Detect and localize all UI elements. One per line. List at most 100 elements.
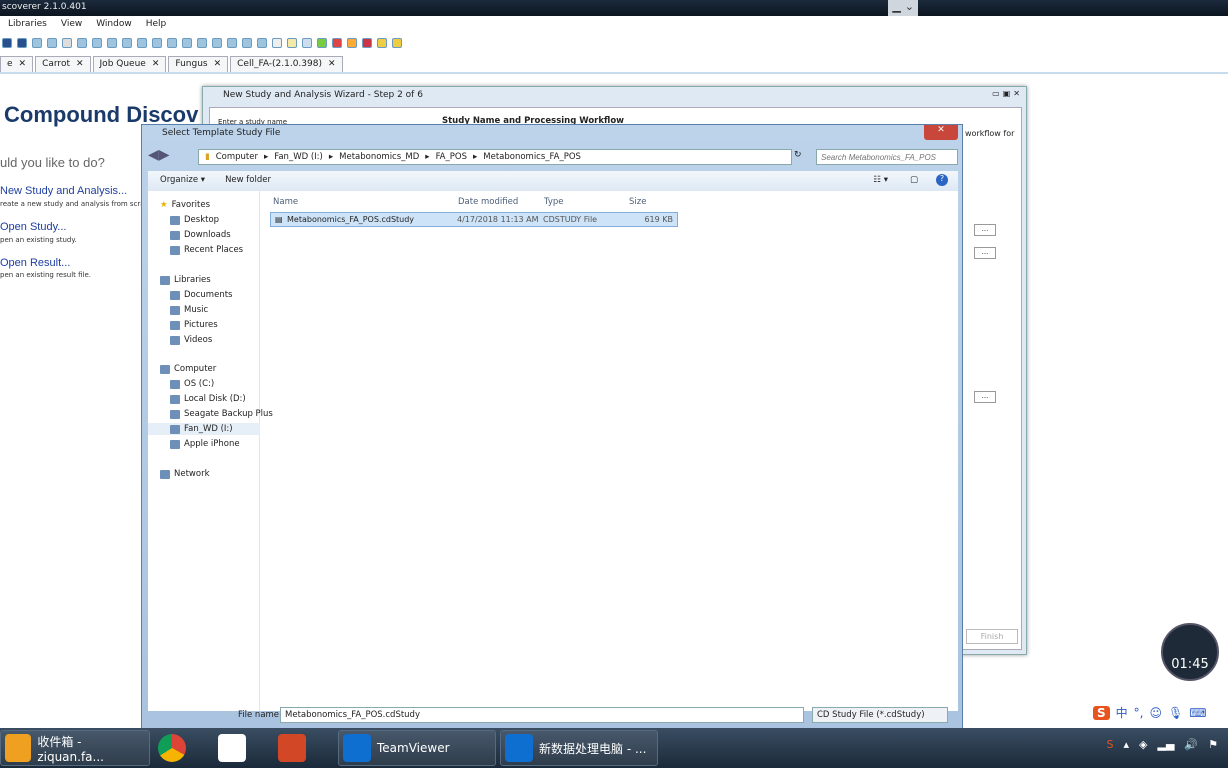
browse-button[interactable]: ... (974, 391, 996, 403)
browse-button[interactable]: ... (974, 247, 996, 259)
file-row[interactable]: ▤ Metabonomics_FA_POS.cdStudy 4/17/2018 … (270, 212, 678, 227)
tab-carrot[interactable]: Carrot ✕ (35, 56, 91, 72)
network-signal-icon[interactable]: ▂▄ (1158, 738, 1175, 751)
column-size[interactable]: Size (629, 197, 646, 207)
nav-computer[interactable]: Computer (160, 364, 216, 374)
address-bar[interactable]: ▮ Computer ▸ Fan_WD (I:) ▸ Metabonomics_MD… (198, 149, 792, 165)
menu-view[interactable]: View (61, 19, 82, 31)
nav-videos[interactable]: Videos (170, 335, 212, 345)
keyboard-icon[interactable]: ⌨ (1189, 706, 1206, 720)
finish-button[interactable]: Finish (966, 629, 1018, 644)
organize-button[interactable]: Organize ▾ (160, 175, 205, 187)
column-date-modified[interactable]: Date modified (458, 197, 518, 207)
sogou-tray-icon[interactable]: S (1107, 738, 1114, 751)
search-input[interactable] (816, 149, 958, 165)
breadcrumb-item[interactable]: FA_POS (436, 152, 467, 162)
preview-pane-icon[interactable]: ▢ (910, 175, 918, 185)
taskbar-chrome[interactable] (154, 730, 210, 766)
nav-downloads[interactable]: Downloads (170, 230, 231, 240)
view-options-icon[interactable]: ☷ ▾ (873, 175, 888, 185)
job-queue-icon[interactable] (47, 38, 57, 48)
nav-drive-c[interactable]: OS (C:) (170, 379, 214, 389)
open-result-link[interactable]: Open Result... (0, 257, 70, 269)
view-icon[interactable] (107, 38, 117, 48)
save-icon[interactable] (2, 38, 12, 48)
report-icon[interactable] (272, 38, 282, 48)
nav-recent-places[interactable]: Recent Places (170, 245, 243, 255)
close-icon[interactable]: ✕ (152, 59, 160, 70)
new-study-link[interactable]: New Study and Analysis... (0, 185, 127, 197)
ime-mode[interactable]: 中 (1116, 704, 1128, 721)
edit-icon[interactable] (302, 38, 312, 48)
nav-libraries[interactable]: Libraries (160, 275, 211, 285)
new-folder-button[interactable]: New folder (225, 175, 271, 187)
minimize-icon[interactable]: ▭ (992, 89, 1000, 98)
close-icon[interactable]: ✕ (19, 59, 27, 70)
show-hidden-icons[interactable]: ▴ (1124, 738, 1130, 751)
window-controls[interactable]: ▁ ⌄ (888, 0, 918, 16)
taskbar-teamviewer-session[interactable]: 新数据处理电脑 - ... (500, 730, 658, 766)
view-icon[interactable] (167, 38, 177, 48)
taskbar-baidu[interactable] (214, 730, 270, 766)
view-icon[interactable] (182, 38, 192, 48)
maximize-icon[interactable]: ▣ (1003, 89, 1011, 98)
nav-documents[interactable]: Documents (170, 290, 232, 300)
back-forward-icon[interactable]: ◀▶ (148, 147, 170, 163)
nav-drive-d[interactable]: Local Disk (D:) (170, 394, 246, 404)
minimize-icon[interactable]: ▁ (892, 0, 900, 16)
breadcrumb-item[interactable]: Computer (216, 152, 258, 162)
nav-iphone[interactable]: Apple iPhone (170, 439, 240, 449)
close-button[interactable]: ✕ (924, 125, 958, 140)
taskbar-powerpoint[interactable] (274, 730, 334, 766)
database-icon[interactable] (392, 38, 402, 48)
breadcrumb-item[interactable]: Metabonomics_FA_POS (483, 152, 581, 162)
microphone-icon[interactable]: 🎙 (1168, 706, 1183, 720)
view-icon[interactable] (137, 38, 147, 48)
menu-help[interactable]: Help (146, 19, 167, 31)
taskbar-outlook[interactable]: 收件箱 - ziquan.fa... (0, 730, 150, 766)
sogou-icon[interactable]: S (1093, 705, 1110, 720)
close-icon[interactable]: ✕ (76, 59, 84, 70)
view-icon[interactable] (122, 38, 132, 48)
document-icon[interactable] (287, 38, 297, 48)
breadcrumb-item[interactable]: Fan_WD (I:) (274, 152, 323, 162)
nav-network[interactable]: Network (160, 469, 210, 479)
column-name[interactable]: Name (273, 197, 298, 207)
punctuation-icon[interactable]: °, (1134, 706, 1144, 720)
taskbar-teamviewer[interactable]: TeamViewer (338, 730, 496, 766)
tab-job-queue[interactable]: Job Queue ✕ (92, 56, 167, 72)
view-icon[interactable] (152, 38, 162, 48)
view-icon[interactable] (257, 38, 267, 48)
home-icon[interactable] (32, 38, 42, 48)
save-all-icon[interactable] (17, 38, 27, 48)
view-icon[interactable] (212, 38, 222, 48)
view-icon[interactable] (242, 38, 252, 48)
dropdown-icon[interactable]: ⌄ (905, 0, 914, 16)
file-name-input[interactable]: Metabonomics_FA_POS.cdStudy (280, 707, 804, 723)
breadcrumb-item[interactable]: Metabonomics_MD (339, 152, 419, 162)
network-icon[interactable] (332, 38, 342, 48)
view-icon[interactable] (77, 38, 87, 48)
nav-favorites[interactable]: ★ Favorites (160, 200, 210, 210)
help-icon[interactable]: ? (936, 174, 948, 186)
close-icon[interactable]: ✕ (328, 59, 336, 70)
nav-drive-i[interactable]: Fan_WD (I:) (148, 423, 260, 435)
browse-button[interactable]: ... (974, 224, 996, 236)
column-type[interactable]: Type (544, 197, 564, 207)
refresh-icon[interactable]: ↻ (794, 150, 802, 160)
file-type-select[interactable]: CD Study File (*.cdStudy) (812, 707, 948, 723)
open-study-link[interactable]: Open Study... (0, 221, 66, 233)
menu-libraries[interactable]: Libraries (8, 19, 47, 31)
view-icon[interactable] (92, 38, 102, 48)
flask-icon[interactable] (317, 38, 327, 48)
close-icon[interactable]: ✕ (214, 59, 222, 70)
shield-icon[interactable]: ◈ (1139, 738, 1147, 751)
tab-cell-fa[interactable]: Cell_FA-(2.1.0.398) ✕ (230, 56, 343, 72)
close-icon[interactable]: ✕ (1013, 89, 1020, 98)
filter-icon[interactable] (62, 38, 72, 48)
view-icon[interactable] (227, 38, 237, 48)
flag-icon[interactable]: ⚑ (1208, 738, 1218, 751)
volume-icon[interactable]: 🔊 (1184, 738, 1198, 751)
nav-seagate[interactable]: Seagate Backup Plus (170, 409, 273, 419)
view-icon[interactable] (197, 38, 207, 48)
